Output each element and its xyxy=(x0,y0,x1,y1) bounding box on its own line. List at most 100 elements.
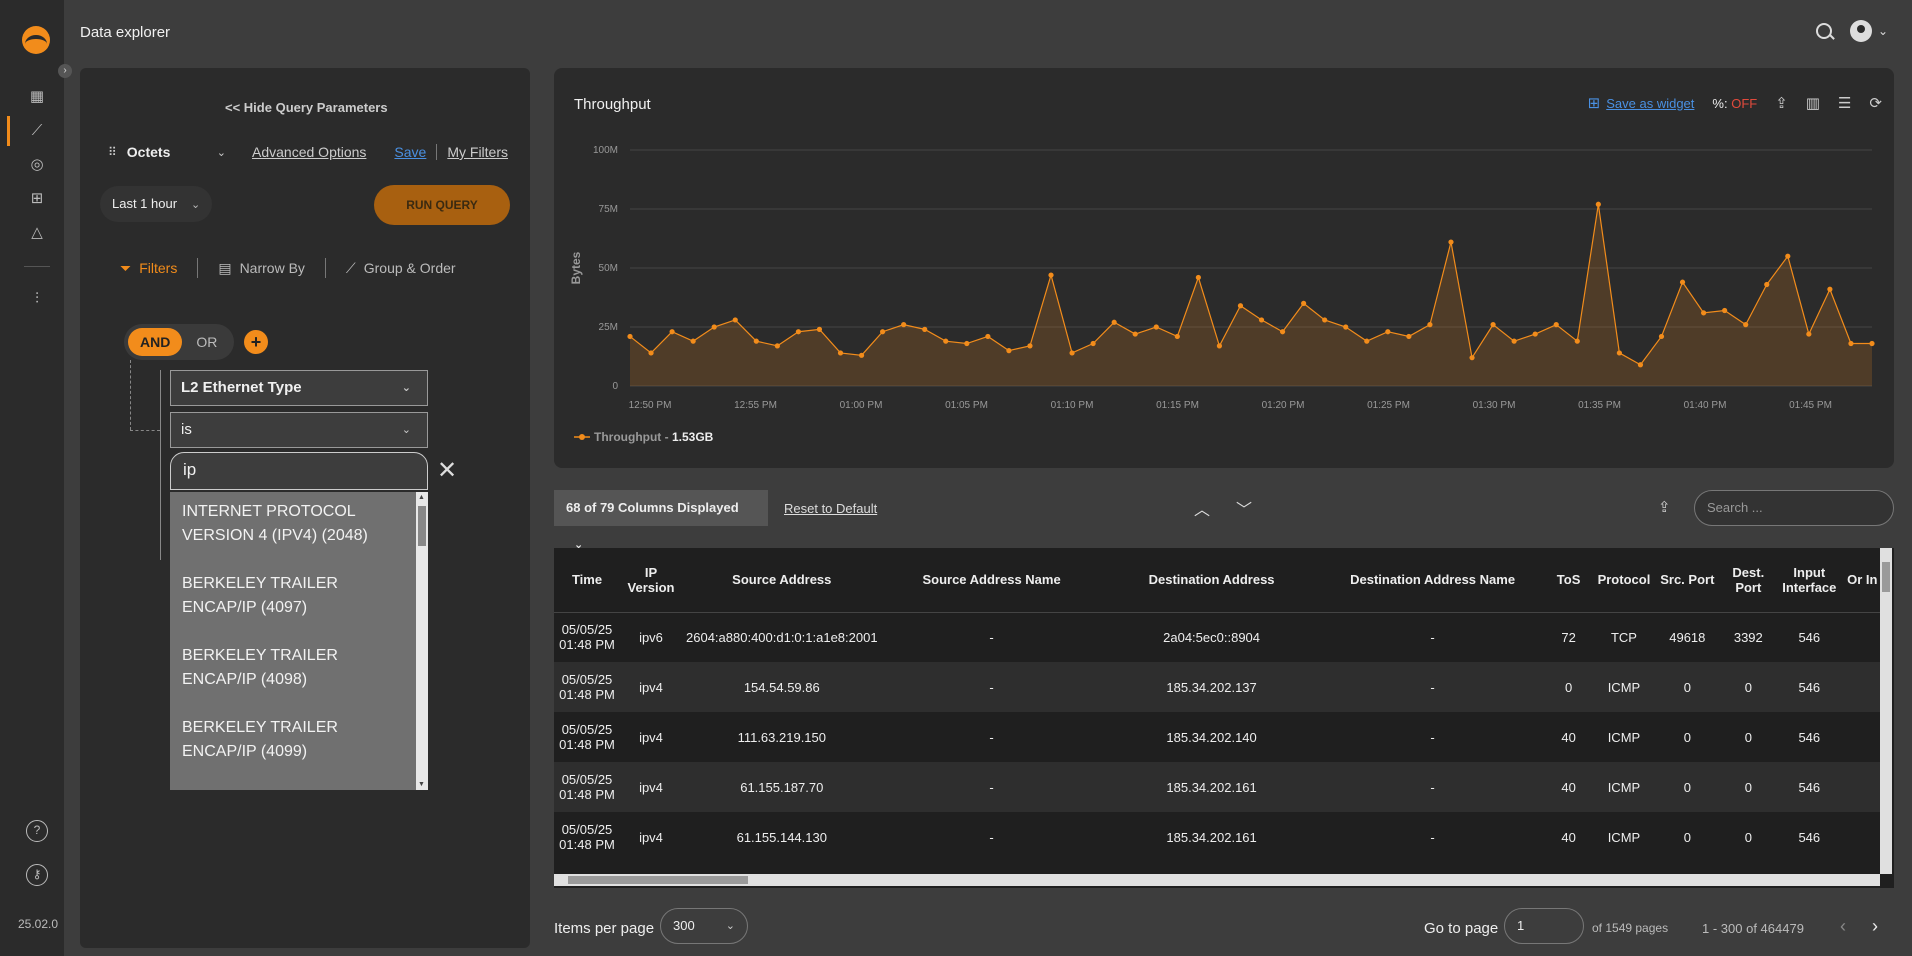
table-cell: ICMP xyxy=(1593,762,1655,812)
scroll-down-icon[interactable]: ▼ xyxy=(418,781,425,788)
tab-separator xyxy=(324,258,326,278)
chevron-down-icon: ⌄ xyxy=(191,199,201,211)
column-header[interactable]: Destination Address xyxy=(1101,548,1322,613)
x-tick-label: 01:20 PM xyxy=(1262,400,1305,411)
time-range-select[interactable]: Last 1 hour ⌄ xyxy=(100,186,213,222)
legend-total: 1.53GB xyxy=(672,430,714,444)
table-row[interactable]: 05/05/25 01:48 PM ipv4 61.155.144.130-185.… xyxy=(554,812,1883,862)
chevron-up-icon[interactable]: ︿ xyxy=(1194,496,1210,520)
chevron-down-icon[interactable]: ⌄ xyxy=(217,146,226,159)
column-header[interactable]: Destination Address Name xyxy=(1321,548,1544,613)
table-cell: 0 xyxy=(1654,662,1721,712)
expand-rail-icon[interactable]: › xyxy=(58,64,72,78)
column-header[interactable]: Or In xyxy=(1842,548,1883,613)
table-cell: 2604:a880:400:d1:0:1:a1e8:2001 xyxy=(682,612,882,662)
x-tick-label: 01:05 PM xyxy=(945,400,988,411)
go-to-page-input[interactable]: 1 xyxy=(1504,908,1584,944)
table-row[interactable]: 05/05/25 01:48 PM ipv4 61.155.187.70-185.3… xyxy=(554,762,1883,812)
key-icon[interactable]: ⚷ xyxy=(26,864,48,886)
data-point xyxy=(1574,338,1580,344)
dropdown-option[interactable]: BERKELEY TRAILER ENCAP/IP (4097) xyxy=(170,564,428,636)
export-icon[interactable]: ⇪ xyxy=(1658,498,1671,516)
close-icon[interactable]: ✕ xyxy=(437,456,457,485)
scroll-thumb[interactable] xyxy=(568,876,748,884)
data-table: Time IP Version Source Address Source Addre… xyxy=(554,548,1894,888)
operator-select[interactable]: is ⌄ xyxy=(170,412,428,448)
dropdown-option[interactable]: BERKELEY TRAILER ENCAP/IP (4098) xyxy=(170,636,428,708)
dropdown-option[interactable]: BERKELEY TRAILER ENCAP/IP (4099) xyxy=(170,708,428,780)
sitemap-icon[interactable]: ⊞ xyxy=(26,188,48,210)
rail-divider xyxy=(24,266,50,267)
table-row[interactable]: 05/05/25 01:48 PM ipv4 111.63.219.150-185.… xyxy=(554,712,1883,762)
hide-query-button[interactable]: << Hide Query Parameters xyxy=(225,100,388,115)
next-page-icon[interactable]: › xyxy=(1872,916,1878,937)
tab-group-order[interactable]: ⟋ Group & Order xyxy=(346,260,456,277)
table-cell: - xyxy=(1321,812,1544,862)
app-logo-icon[interactable] xyxy=(22,26,50,54)
table-cell: 05/05/25 01:48 PM xyxy=(554,712,620,762)
column-header[interactable]: Source Address Name xyxy=(881,548,1102,613)
column-header[interactable]: Src. Port xyxy=(1654,548,1721,613)
data-point xyxy=(1637,362,1644,368)
user-avatar-icon[interactable] xyxy=(1849,20,1872,42)
metric-select[interactable]: Octets xyxy=(127,144,217,160)
chevron-down-icon[interactable]: ⌄ xyxy=(1878,24,1888,38)
column-header[interactable]: Input Interface xyxy=(1776,548,1843,613)
dropdown-option[interactable]: INTERNET PROTOCOL VERSION 4 (IPV4) (2048… xyxy=(170,492,428,564)
table-cell: - xyxy=(1321,762,1544,812)
scroll-up-icon[interactable]: ▲ xyxy=(418,494,425,501)
query-tabs: ⏷ Filters ▤ Narrow By ⟋ Group & Order xyxy=(120,258,456,278)
chevron-down-icon[interactable]: ﹀ xyxy=(1236,496,1252,520)
dropdown-scrollbar[interactable]: ▲ ▼ xyxy=(416,492,428,790)
or-button[interactable]: OR xyxy=(182,328,231,356)
x-tick-label: 01:00 PM xyxy=(840,400,883,411)
columns-displayed-select[interactable]: 68 of 79 Columns Displayed ⌄ xyxy=(554,490,768,551)
data-point xyxy=(1132,331,1138,337)
table-cell: 0 xyxy=(1720,762,1777,812)
column-header[interactable]: ToS xyxy=(1543,548,1594,613)
table-cell: 546 xyxy=(1776,662,1843,712)
save-link[interactable]: Save xyxy=(394,144,438,160)
search-icon[interactable] xyxy=(1815,23,1832,39)
advanced-options-link[interactable]: Advanced Options xyxy=(252,144,366,160)
tab-filters[interactable]: ⏷ Filters xyxy=(120,260,177,277)
data-point xyxy=(816,326,823,332)
table-row[interactable]: 05/05/25 01:48 PM ipv4 154.54.59.86-185.34… xyxy=(554,662,1883,712)
table-cell: 111.63.219.150 xyxy=(682,712,882,762)
data-point xyxy=(901,322,907,328)
column-header[interactable]: Dest. Port xyxy=(1720,548,1777,613)
table-cell: 0 xyxy=(1654,712,1721,762)
tab-narrow-by[interactable]: ▤ Narrow By xyxy=(218,260,305,277)
items-per-page-select[interactable]: 300 ⌄ xyxy=(660,908,748,944)
horizontal-scrollbar[interactable] xyxy=(554,874,1880,886)
data-point xyxy=(1322,317,1328,323)
column-header[interactable]: Time xyxy=(554,548,620,613)
and-button[interactable]: AND xyxy=(128,328,183,356)
chart-icon[interactable]: ⟋ xyxy=(7,116,48,146)
my-filters-link[interactable]: My Filters xyxy=(447,144,508,160)
reset-default-link[interactable]: Reset to Default xyxy=(784,501,877,516)
x-tick-label: 12:50 PM xyxy=(629,400,672,411)
column-header[interactable]: IP Version xyxy=(620,548,682,613)
field-select[interactable]: L2 Ethernet Type ⌄ xyxy=(170,370,428,406)
data-point xyxy=(711,324,717,330)
data-point xyxy=(1469,355,1475,361)
table-cell: ipv4 xyxy=(620,762,682,812)
scroll-thumb[interactable] xyxy=(1882,562,1890,592)
column-header[interactable]: Source Address xyxy=(682,548,882,613)
sliders-icon[interactable]: ⫶ xyxy=(26,288,48,310)
value-input[interactable]: ip xyxy=(170,452,428,490)
table-search-input[interactable]: Search ... xyxy=(1694,490,1894,526)
help-icon[interactable]: ? xyxy=(26,820,48,842)
previous-page-icon[interactable]: ‹ xyxy=(1840,916,1846,937)
globe-icon[interactable]: ◎ xyxy=(26,154,48,176)
page-title: Data explorer xyxy=(80,24,171,41)
bell-icon[interactable]: △ xyxy=(26,222,48,244)
scroll-thumb[interactable] xyxy=(418,506,426,546)
vertical-scrollbar[interactable] xyxy=(1880,548,1892,874)
dashboard-icon[interactable]: ▦ xyxy=(26,86,48,108)
run-query-button[interactable]: RUN QUERY xyxy=(374,185,510,225)
add-filter-button[interactable]: + xyxy=(244,330,268,354)
column-header[interactable]: Protocol xyxy=(1593,548,1655,613)
table-row[interactable]: 05/05/25 01:48 PM ipv6 2604:a880:400:d1:0:… xyxy=(554,612,1883,662)
